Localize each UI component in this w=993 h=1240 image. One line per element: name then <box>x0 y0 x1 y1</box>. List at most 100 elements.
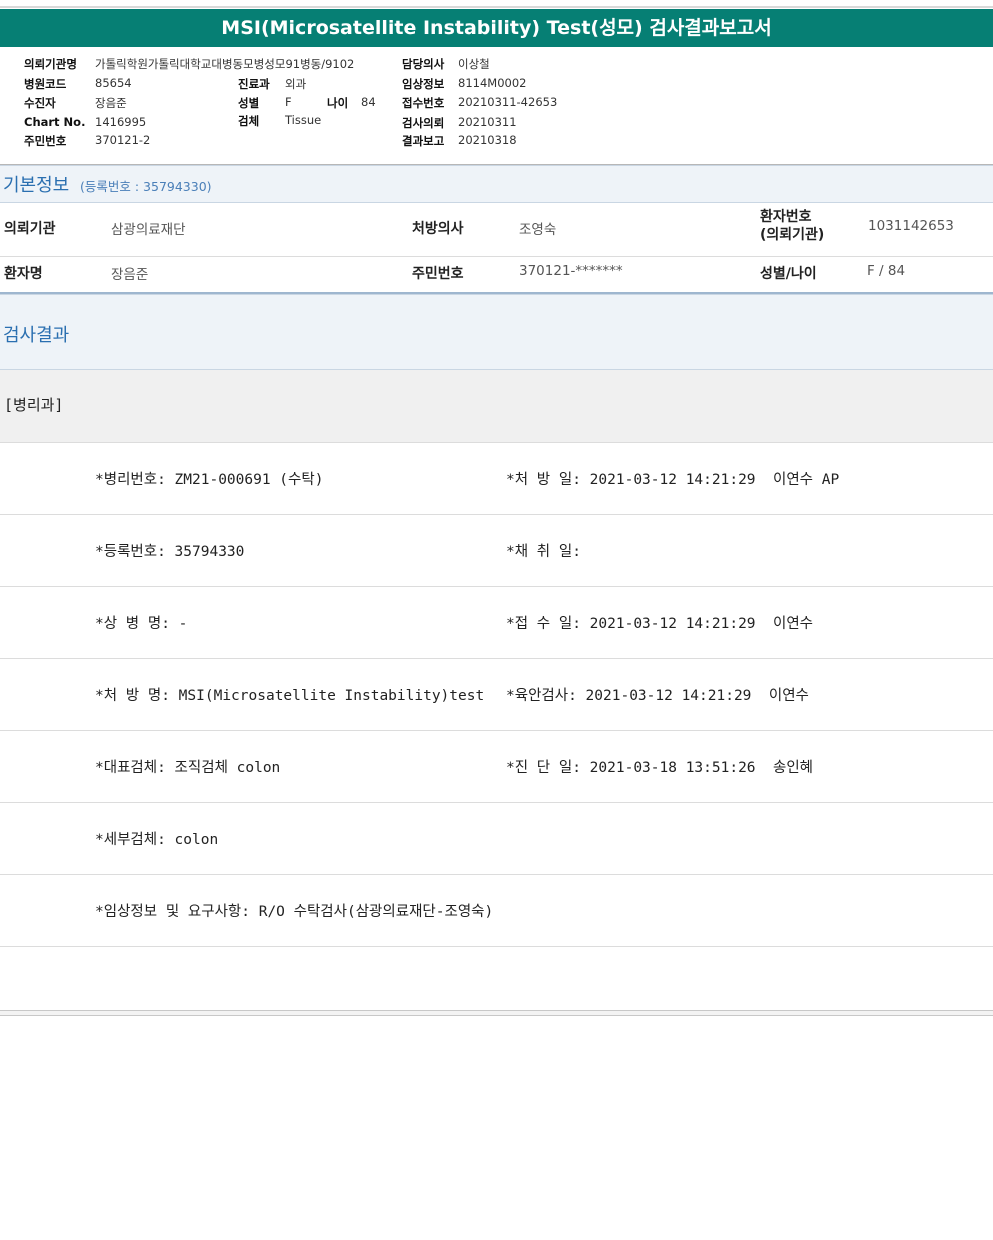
result-row: *상 병 명: - *접 수 일: 2021-03-12 14:21:29 이연… <box>0 587 993 659</box>
field-value: 20210311 <box>458 115 517 129</box>
result-right: *접 수 일: 2021-03-12 14:21:29 이연수 <box>506 616 814 632</box>
report-header: 의뢰기관명 가톨릭학원가톨릭대학교대병동모병성모91병동/9102 병원코드 8… <box>0 53 993 161</box>
field-label: 나이 <box>327 96 349 110</box>
info-label: 처방의사 <box>412 221 464 237</box>
field-label: 접수번호 <box>402 96 445 110</box>
info-value: 조영숙 <box>519 222 557 238</box>
attending-doctor-value: 이상철 <box>458 57 490 71</box>
result-row: *처 방 명: MSI(Microsatellite Instability)t… <box>0 659 993 731</box>
header-field: 수진자 <box>24 95 56 111</box>
chart-no-value: 1416995 <box>95 115 147 129</box>
field-value: 85654 <box>95 76 132 90</box>
field-value: 20210318 <box>458 133 517 147</box>
field-value: 8114M0002 <box>458 76 526 90</box>
request-date-value: 20210311 <box>458 115 517 129</box>
result-right: *육안검사: 2021-03-12 14:21:29 이연수 <box>506 688 809 704</box>
info-row: 환자명 장음준 주민번호 370121-******* 성별/나이 F / 84 <box>0 257 993 293</box>
header-field: 임상정보 <box>402 76 444 92</box>
field-value: 1416995 <box>95 115 146 129</box>
department-bar: [병리과] <box>0 370 993 443</box>
requesting-institution-value: 가톨릭학원가톨릭대학교대병동모병성모91병동/9102 <box>95 57 355 71</box>
header-field: 주민번호 <box>24 133 66 149</box>
result-left: *임상정보 및 요구사항: R/O 수탁검사(삼광의료재단-조영숙) <box>95 904 494 920</box>
field-label: 주민번호 <box>24 134 67 148</box>
result-left: *세부검체: colon <box>95 832 219 848</box>
header-field: 담당의사 <box>402 56 444 72</box>
sex-value: F <box>285 95 292 109</box>
header-field: 진료과 <box>238 76 270 92</box>
header-field: 병원코드 <box>24 76 66 92</box>
field-value: Tissue <box>285 113 321 127</box>
age-value: 84 <box>361 95 376 109</box>
result-right: *처 방 일: 2021-03-12 14:21:29 이연수 AP <box>506 472 840 488</box>
header-field: 성별 <box>238 95 259 111</box>
info-value: 삼광의료재단 <box>111 222 186 238</box>
top-divider <box>0 6 993 8</box>
info-value: F / 84 <box>867 263 906 279</box>
info-row: 의뢰기관 삼광의료재단 처방의사 조영숙 환자번호 (의뢰기관) 1031142… <box>0 202 993 257</box>
report-title: MSI(Microsatellite Instability) Test(성모)… <box>0 9 993 47</box>
info-value: 장음준 <box>111 267 149 283</box>
field-value: 370121-2 <box>95 133 150 147</box>
info-label: 환자명 <box>4 266 43 282</box>
field-label: 담당의사 <box>402 57 445 71</box>
header-field: 나이 <box>327 95 348 111</box>
header-field: 접수번호 <box>402 95 444 111</box>
field-label: 검체 <box>238 114 260 128</box>
field-label: 수진자 <box>24 96 56 110</box>
field-label: 성별 <box>238 96 260 110</box>
result-left: *상 병 명: - <box>95 616 188 632</box>
result-left: *대표검체: 조직검체 colon <box>95 760 281 776</box>
report-date-value: 20210318 <box>458 133 517 147</box>
registration-number: (등록번호 : 35794330) <box>80 179 212 194</box>
section-title: 기본정보 <box>3 175 70 196</box>
result-right: *채 취 일: <box>506 544 581 560</box>
info-label: 환자번호 (의뢰기관) <box>760 209 825 243</box>
result-row: *대표검체: 조직검체 colon *진 단 일: 2021-03-18 13:… <box>0 731 993 803</box>
section-title: 검사결과 <box>3 325 70 346</box>
result-row: *병리번호: ZM21-000691 (수탁) *처 방 일: 2021-03-… <box>0 443 993 515</box>
header-field: 검사의뢰 <box>402 115 444 131</box>
info-label: 의뢰기관 <box>4 221 56 237</box>
field-label: 병원코드 <box>24 77 67 91</box>
field-label: 검사의뢰 <box>402 116 445 130</box>
info-value: 370121-******* <box>519 263 623 279</box>
patient-name-value: 장음준 <box>95 96 127 110</box>
field-label: 의뢰기관명 <box>24 57 77 71</box>
field-value: 장음준 <box>95 95 127 111</box>
field-value: 20210311-42653 <box>458 95 557 109</box>
info-label: 주민번호 <box>412 266 464 282</box>
result-right: *진 단 일: 2021-03-18 13:51:26 송인혜 <box>506 760 814 776</box>
field-label: 임상정보 <box>402 77 445 91</box>
bottom-divider <box>0 1010 993 1016</box>
field-value: 외과 <box>285 76 306 92</box>
result-row: *세부검체: colon <box>0 803 993 875</box>
result-row: *등록번호: 35794330 *채 취 일: <box>0 515 993 587</box>
result-left: *처 방 명: MSI(Microsatellite Instability)t… <box>95 688 485 704</box>
field-label: 결과보고 <box>402 134 445 148</box>
header-field: 검체 <box>238 113 259 129</box>
info-label: 성별/나이 <box>760 266 817 282</box>
result-left: *등록번호: 35794330 <box>95 544 245 560</box>
field-label: Chart No. <box>24 115 86 129</box>
field-label: 진료과 <box>238 77 270 91</box>
department-label: [병리과] <box>4 396 64 414</box>
basic-info-section-header: 기본정보 (등록번호 : 35794330) <box>0 165 993 203</box>
hospital-code-value: 85654 <box>95 76 132 90</box>
field-value: 이상철 <box>458 56 490 72</box>
result-section-header: 검사결과 <box>0 294 993 370</box>
result-left: *병리번호: ZM21-000691 (수탁) <box>95 472 324 488</box>
department-value: 외과 <box>285 77 307 91</box>
field-value: 84 <box>361 95 376 109</box>
info-value: 1031142653 <box>868 218 954 234</box>
result-row: *임상정보 및 요구사항: R/O 수탁검사(삼광의료재단-조영숙) <box>0 875 993 947</box>
header-field: 결과보고 <box>402 133 444 149</box>
header-field: 의뢰기관명 <box>24 56 77 72</box>
field-value: 가톨릭학원가톨릭대학교대병동모병성모91병동/9102 <box>95 56 354 72</box>
clinical-info-value: 8114M0002 <box>458 76 527 90</box>
specimen-value: Tissue <box>285 113 322 127</box>
field-value: F <box>285 95 292 109</box>
header-field: Chart No. <box>24 115 85 129</box>
receipt-no-value: 20210311-42653 <box>458 95 558 109</box>
resident-no-value: 370121-2 <box>95 133 151 147</box>
